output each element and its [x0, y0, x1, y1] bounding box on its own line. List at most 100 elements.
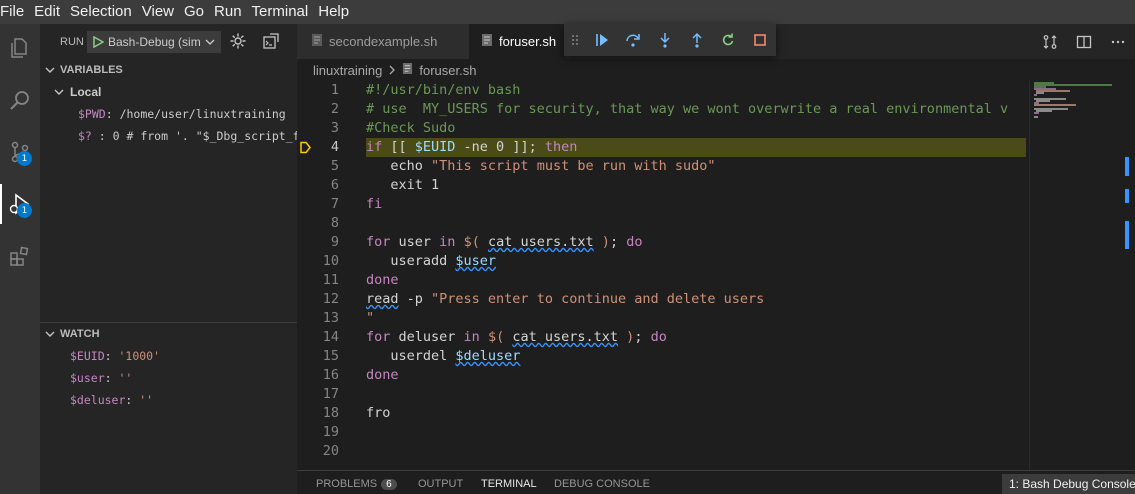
tab-problems[interactable]: PROBLEMS 6	[316, 478, 397, 490]
launch-config-label: Bash-Debug (simp	[108, 35, 200, 49]
code-line: useradd $user	[366, 253, 497, 269]
menu-help[interactable]: Help	[313, 0, 354, 24]
menu-file[interactable]: File	[0, 0, 29, 24]
menu-bar: File Edit Selection View Go Run Terminal…	[0, 0, 1135, 24]
variable-name: $PWD	[78, 107, 106, 121]
variables-section-header[interactable]: VARIABLES	[40, 59, 297, 81]
code-line: exit 1	[366, 177, 440, 193]
scrollbar-marker	[1125, 221, 1129, 249]
breadcrumb-file[interactable]: foruser.sh	[419, 63, 476, 78]
code-editor[interactable]: 1 2 3 4 5 6 7 8 9 10 11 12 13 14 15 16 17 18 19 20 #!/usr/b…	[297, 81, 1135, 470]
watch-row[interactable]: $EUID: '1000'	[40, 345, 297, 367]
code-line: #!/usr/bin/env bash	[366, 82, 521, 98]
scope-label: Local	[70, 85, 102, 99]
line-number: 7	[330, 196, 339, 212]
line-number: 14	[322, 329, 339, 345]
restart-icon[interactable]	[713, 26, 745, 54]
line-number: 19	[322, 424, 339, 440]
chevron-right-icon	[388, 63, 396, 78]
line-number: 20	[322, 443, 339, 459]
active-indicator	[0, 184, 2, 224]
line-number: 16	[322, 367, 339, 383]
gear-icon[interactable]	[229, 32, 247, 54]
more-actions-icon[interactable]	[1101, 24, 1135, 59]
code-line: "	[366, 310, 375, 326]
tab-debug-console[interactable]: DEBUG CONSOLE	[554, 478, 650, 490]
variable-name: $?	[78, 129, 92, 143]
editor-actions	[1033, 24, 1135, 59]
watch-row[interactable]: $deluser: ''	[40, 389, 297, 411]
breadcrumb-folder[interactable]: linuxtraining	[313, 63, 382, 78]
chevron-down-icon	[203, 35, 217, 53]
local-scope[interactable]: Local	[40, 81, 297, 103]
file-icon	[481, 33, 493, 50]
source-control-icon[interactable]: 1	[0, 132, 40, 172]
tab-secondexample[interactable]: secondexample.sh	[297, 24, 469, 59]
run-toolbar: RUN Bash-Debug (simp	[40, 24, 297, 59]
split-editor-icon[interactable]	[1067, 24, 1101, 59]
variable-row[interactable]: $? : 0 # from '. "$_Dbg_script_f	[40, 125, 297, 147]
code-line: userdel $deluser	[366, 348, 521, 364]
watch-name: $EUID	[70, 349, 105, 363]
line-number: 13	[322, 310, 339, 326]
code-line: read -p "Press enter to continue and del…	[366, 291, 765, 307]
menu-run[interactable]: Run	[209, 0, 247, 24]
step-over-icon[interactable]	[618, 26, 650, 54]
chevron-down-icon	[54, 87, 70, 97]
tab-label: foruser.sh	[499, 34, 557, 49]
menu-edit[interactable]: Edit	[29, 0, 65, 24]
explorer-icon[interactable]	[0, 28, 40, 68]
watch-row[interactable]: $user: ''	[40, 367, 297, 389]
stop-icon[interactable]	[744, 26, 776, 54]
watch-name: $user	[70, 371, 105, 385]
terminal-select[interactable]: 1: Bash Debug Console	[1002, 474, 1135, 494]
watch-value: ''	[139, 393, 154, 407]
search-icon[interactable]	[0, 80, 40, 120]
menu-selection[interactable]: Selection	[65, 0, 137, 24]
line-number: 10	[322, 253, 339, 269]
line-number: 1	[330, 82, 339, 98]
scm-badge: 1	[17, 151, 32, 166]
extensions-icon[interactable]	[0, 236, 40, 276]
watch-section-header[interactable]: WATCH	[40, 323, 297, 345]
variable-row[interactable]: $PWD: /home/user/linuxtraining	[40, 103, 297, 125]
tab-terminal[interactable]: TERMINAL	[481, 478, 537, 494]
tab-label: PROBLEMS	[316, 478, 378, 490]
line-number: 17	[322, 386, 339, 402]
debug-sidebar: RUN Bash-Debug (simp VARIABLES Local $PW…	[40, 24, 297, 494]
line-number: 3	[330, 120, 339, 136]
step-out-icon[interactable]	[681, 26, 713, 54]
step-into-icon[interactable]	[649, 26, 681, 54]
variable-value: /home/user/linuxtraining	[119, 107, 286, 121]
watch-value: ''	[118, 371, 133, 385]
run-debug-icon[interactable]: 1	[0, 184, 40, 224]
code-line: #Check Sudo	[366, 120, 456, 136]
start-debug-icon[interactable]	[88, 32, 108, 52]
line-number: 4	[330, 139, 339, 155]
menu-go[interactable]: Go	[179, 0, 209, 24]
menu-terminal[interactable]: Terminal	[247, 0, 314, 24]
debug-console-icon[interactable]	[262, 32, 280, 54]
panel-tabs: PROBLEMS 6 OUTPUT TERMINAL DEBUG CONSOLE …	[297, 470, 1135, 494]
line-number: 9	[330, 234, 339, 250]
code-line: echo "This script must be run with sudo"	[366, 158, 716, 174]
activity-bar: 1 1	[0, 24, 40, 494]
menu-view[interactable]: View	[137, 0, 179, 24]
tab-foruser[interactable]: foruser.sh	[469, 24, 565, 59]
continue-icon[interactable]	[586, 26, 618, 54]
problems-count-badge: 6	[381, 479, 397, 490]
paused-breakpoint-icon	[297, 138, 317, 157]
line-number: 5	[330, 158, 339, 174]
drag-handle-icon[interactable]	[564, 33, 586, 47]
tab-label: secondexample.sh	[329, 34, 438, 49]
code-line: if [[ $EUID -ne 0 ]]; then	[366, 139, 578, 155]
minimap[interactable]	[1029, 81, 1125, 470]
watch-name: $deluser	[70, 393, 126, 407]
code-line: for user in $( cat users.txt ); do	[366, 234, 643, 250]
run-label: RUN	[60, 35, 84, 48]
breadcrumb: linuxtraining foruser.sh	[297, 59, 1135, 81]
tab-output[interactable]: OUTPUT	[418, 478, 463, 490]
open-changes-icon[interactable]	[1033, 24, 1067, 59]
launch-config-select[interactable]: Bash-Debug (simp	[87, 31, 221, 53]
code-line: done	[366, 272, 399, 288]
